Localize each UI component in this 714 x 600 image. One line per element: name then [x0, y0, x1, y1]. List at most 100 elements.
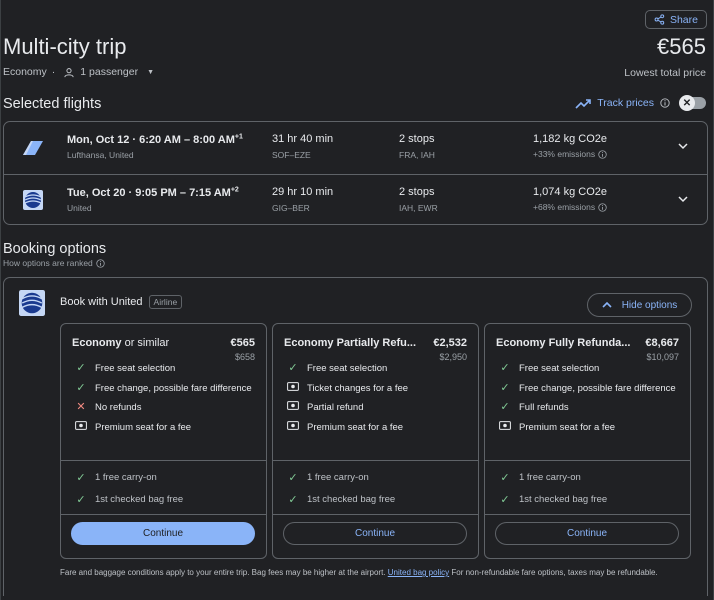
continue-button[interactable]: Continue	[495, 522, 679, 545]
fare-price: €2,532	[433, 337, 467, 349]
fare-price-usd: $2,950	[439, 352, 467, 362]
fare-card-partially-refundable: Economy Partially Refu... €2,532 $2,950 …	[272, 323, 479, 559]
bag-text: 1st checked bag free	[95, 494, 184, 505]
feature-item: ✓ Free change, possible fare difference	[496, 382, 681, 396]
fare-name-text: Economy	[72, 337, 122, 349]
bag-text: 1 free carry-on	[307, 472, 369, 483]
chevron-down-icon[interactable]	[677, 140, 689, 152]
fare-conditions-note: Fare and baggage conditions apply to you…	[60, 567, 680, 578]
flight-row[interactable]: Tue, Oct 20 · 9:05 PM – 7:15 AM+2 United…	[4, 174, 707, 225]
flight-row[interactable]: Mon, Oct 12 · 6:20 AM – 8:00 AM+1 Luftha…	[4, 122, 707, 173]
share-icon	[654, 14, 665, 25]
feature-text: Premium seat for a fee	[307, 421, 404, 433]
divider	[485, 514, 690, 515]
info-icon[interactable]	[598, 149, 607, 159]
emissions-label: +33% emissions	[533, 149, 596, 159]
share-button[interactable]: Share	[644, 10, 707, 29]
check-icon: ✓	[76, 362, 86, 374]
lowest-price-label: Lowest total price	[624, 67, 706, 79]
flight-stops: 2 stops	[399, 133, 435, 145]
separator-dot: ·	[51, 66, 56, 78]
flight-booking-page: Share Multi-city trip €565 Economy · 1 p…	[0, 0, 714, 600]
feature-item: Premium seat for a fee	[72, 420, 257, 435]
feature-text: Full refunds	[519, 402, 569, 413]
chevron-up-icon	[602, 301, 612, 308]
track-prices-button[interactable]: Track prices	[575, 97, 670, 109]
flight-times: 6:20 AM – 8:00 AM	[139, 133, 235, 146]
booking-panel: Book with United Airline Hide options Ec…	[3, 277, 708, 596]
feature-text: Free change, possible fare difference	[95, 382, 252, 394]
bag-item: ✓ 1st checked bag free	[284, 493, 395, 506]
flight-date-times: Mon, Oct 12 · 6:20 AM – 8:00 AM+1	[67, 133, 243, 146]
passenger-count[interactable]: 1 passenger	[80, 66, 138, 78]
check-icon: ✓	[288, 494, 298, 506]
trend-icon	[575, 98, 592, 109]
trip-summary: Economy · 1 passenger ▼	[3, 66, 154, 78]
divider	[273, 460, 478, 461]
feature-item: ✓ Free change, possible fare difference	[72, 382, 257, 396]
day-offset: +2	[230, 186, 239, 193]
fare-features: ✓ Free seat selection ✓ Free change, possi…	[496, 362, 681, 440]
fare-features: ✓ Free seat selection ✓ Free change, possi…	[72, 362, 257, 440]
check-icon: ✓	[76, 494, 86, 506]
flight-airline: Lufthansa, United	[67, 150, 134, 160]
hide-options-button[interactable]: Hide options	[587, 293, 692, 317]
selected-flights-title: Selected flights	[3, 96, 102, 112]
money-icon	[72, 420, 90, 434]
flight-stop-airports: FRA, IAH	[399, 150, 435, 160]
divider	[485, 460, 690, 461]
feature-item: Premium seat for a fee	[496, 420, 681, 435]
info-icon	[96, 258, 105, 268]
flight-stops: 2 stops	[399, 186, 435, 198]
divider	[273, 514, 478, 515]
chevron-down-icon[interactable]	[677, 193, 689, 205]
continue-button[interactable]: Continue	[71, 522, 255, 545]
fare-name: Economy or similar	[72, 337, 207, 349]
info-icon[interactable]	[660, 98, 670, 108]
feature-text: No refunds	[95, 402, 142, 413]
check-icon: ✓	[500, 472, 510, 484]
feature-item: ✓ Free seat selection	[72, 362, 257, 376]
bag-item: ✓ 1 free carry-on	[284, 471, 369, 484]
fare-price: €565	[230, 337, 255, 349]
bag-policy-link[interactable]: United bag policy	[388, 568, 449, 577]
feature-text: Free seat selection	[307, 363, 388, 374]
flight-route: GIG–BER	[272, 203, 310, 213]
continue-button[interactable]: Continue	[283, 522, 467, 545]
money-icon	[284, 401, 302, 414]
check-icon: ✓	[76, 381, 86, 394]
toggle-off-icon: ✕	[679, 95, 695, 111]
feature-text: Free change, possible fare difference	[519, 382, 676, 394]
bag-item: ✓ 1 free carry-on	[496, 471, 581, 484]
total-price: €565	[657, 34, 706, 59]
fare-price-usd: $658	[234, 352, 255, 362]
how-ranked-label: How options are ranked	[3, 258, 93, 268]
feature-item: Partial refund	[284, 401, 469, 415]
feature-text: Premium seat for a fee	[519, 421, 616, 433]
fare-features: ✓ Free seat selection Ticket changes for …	[284, 362, 469, 440]
feature-text: Free seat selection	[95, 363, 176, 374]
check-icon: ✓	[500, 401, 510, 413]
cross-icon: ✕	[76, 401, 86, 413]
cabin-class[interactable]: Economy	[3, 66, 47, 78]
hide-options-label: Hide options	[621, 299, 678, 311]
flight-date: Mon, Oct 12	[67, 133, 130, 146]
check-icon: ✓	[288, 362, 298, 374]
flight-airline: United	[67, 203, 92, 213]
passenger-dropdown-icon[interactable]: ▼	[147, 69, 154, 76]
fare-price-usd: $10,097	[646, 352, 679, 362]
united-logo-icon	[19, 290, 45, 316]
feature-item: ✓ Full refunds	[496, 401, 681, 415]
info-icon[interactable]	[598, 202, 607, 212]
fare-name: Economy Fully Refunda...	[496, 337, 631, 349]
check-icon: ✓	[500, 494, 510, 506]
bag-text: 1 free carry-on	[519, 472, 581, 483]
book-with-label: Book with United	[60, 296, 143, 308]
fare-name-suffix: or similar	[121, 337, 170, 349]
track-prices-toggle[interactable]: ✕	[679, 95, 706, 111]
fare-card-fully-refundable: Economy Fully Refunda... €8,667 $10,097 …	[484, 323, 691, 559]
flight-date-times: Tue, Oct 20 · 9:05 PM – 7:15 AM+2	[67, 186, 239, 199]
footer-text: Fare and baggage conditions apply to you…	[60, 568, 388, 577]
check-icon: ✓	[500, 362, 510, 374]
how-ranked-link[interactable]: How options are ranked	[3, 258, 105, 268]
